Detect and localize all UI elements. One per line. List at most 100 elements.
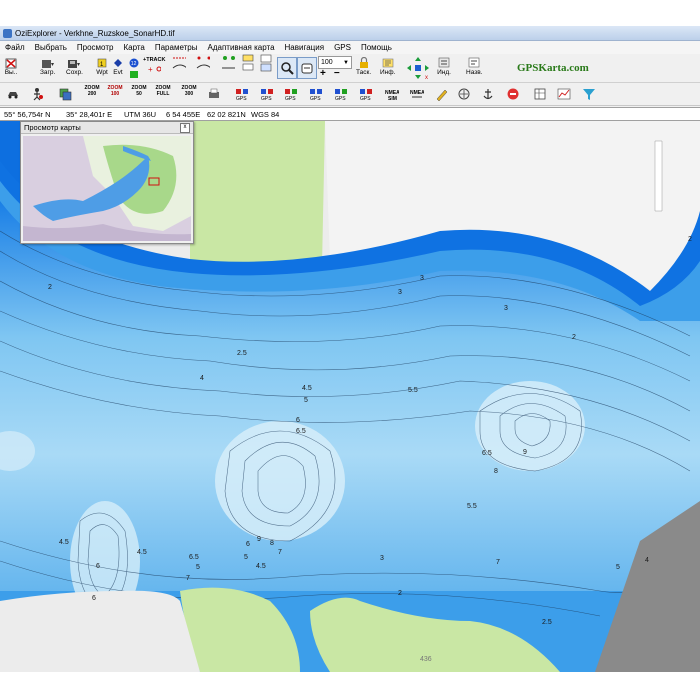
gps-upload-icon[interactable]: GPS — [308, 86, 324, 102]
indicator-button[interactable]: Инд. — [437, 57, 451, 76]
shallow-bank-east — [475, 381, 585, 471]
map-list-icon — [241, 54, 255, 71]
load-label: Загр. — [40, 69, 56, 76]
waypoint-button[interactable]: 1 Wpt — [95, 57, 109, 76]
menu-help[interactable]: Помощь — [356, 43, 397, 52]
chart-icon[interactable] — [556, 86, 572, 102]
depth-label: 3 — [504, 305, 508, 312]
menu-gps[interactable]: GPS — [329, 43, 356, 52]
depth-label: 4 — [200, 375, 204, 382]
green-square-icon — [127, 69, 141, 81]
depth-label: 9 — [523, 449, 527, 456]
map-list-button[interactable] — [241, 54, 255, 71]
depth-label: 4.5 — [137, 549, 147, 556]
zoom-100-button[interactable]: ZOOM 100 — [104, 85, 126, 97]
menu-select[interactable]: Выбрать — [30, 43, 72, 52]
draw-route-button[interactable] — [196, 56, 210, 70]
indicator-label: Инд. — [437, 69, 451, 76]
depth-label: 4 — [645, 557, 649, 564]
nmea-icon[interactable]: NMEA SIM — [384, 86, 400, 102]
names-button[interactable]: Назв. — [466, 57, 482, 76]
gps-waypoint-icon[interactable]: GPS — [234, 86, 250, 102]
hand-button[interactable] — [297, 57, 317, 79]
pencil-icon[interactable] — [434, 86, 450, 102]
secondary-toolbar: ZOOM 200 ZOOM 100 ZOOM 50 ZOOM FULL ZOOM 300 … — [0, 83, 700, 106]
nmea-sim-icon[interactable]: NMEA — [409, 86, 425, 102]
car-icon[interactable] — [5, 86, 21, 102]
depth-label: 6.5 — [189, 554, 199, 561]
menu-view[interactable]: Просмотр — [72, 43, 119, 52]
zoom-50-button[interactable]: ZOOM 50 — [128, 85, 150, 97]
navigation-pad[interactable]: x — [406, 56, 430, 80]
anchor-icon[interactable] — [480, 86, 496, 102]
event-icon — [111, 57, 125, 69]
zoom-stepper[interactable]: + − — [320, 68, 340, 79]
layers-icon[interactable] — [57, 86, 73, 102]
zoom-full-button[interactable]: ZOOM FULL — [152, 85, 174, 97]
table-icon[interactable] — [532, 86, 548, 102]
menu-file[interactable]: Файл — [0, 43, 30, 52]
route-edit-button[interactable] — [221, 56, 235, 70]
event-button[interactable]: Evt — [111, 57, 125, 76]
zoom-in-icon[interactable]: + — [320, 68, 326, 79]
info-button[interactable]: Инф. — [380, 57, 395, 76]
find-button[interactable] — [277, 57, 297, 79]
save-button[interactable]: Сохр. — [66, 57, 83, 76]
compass-icon[interactable] — [456, 86, 472, 102]
zoom-value: 100 — [321, 59, 333, 66]
svg-text:GPS: GPS — [335, 96, 346, 101]
depth-label: 5 — [244, 554, 248, 561]
overview-minimap[interactable] — [23, 136, 191, 241]
lock-icon — [357, 57, 371, 69]
depth-label: 7 — [496, 559, 500, 566]
gps-route-icon[interactable]: GPS — [259, 86, 275, 102]
depth-label: 6 — [96, 563, 100, 570]
svg-text:SIM: SIM — [388, 96, 397, 101]
menu-map[interactable]: Карта — [118, 43, 149, 52]
depth-label: 8 — [494, 468, 498, 475]
depth-label: 2.5 — [542, 619, 552, 626]
status-latitude: 55° 56,754г N — [4, 109, 51, 119]
menu-navigation[interactable]: Навигация — [280, 43, 330, 52]
track-button[interactable]: +TRACK + — [143, 57, 165, 75]
menu-adaptive-map[interactable]: Адаптивная карта — [203, 43, 280, 52]
close-icon[interactable]: x — [180, 122, 190, 133]
route-button[interactable]: 12 — [127, 57, 141, 81]
overview-header: Просмотр карты x — [21, 122, 193, 134]
status-northing: 62 02 821N — [207, 109, 246, 119]
zoom-200-button[interactable]: ZOOM 200 — [81, 85, 103, 97]
exit-label: Вы.. — [4, 69, 18, 76]
exit-button[interactable]: Вы.. — [4, 57, 18, 76]
chevron-down-icon: ▼ — [343, 59, 349, 66]
svg-text:GPS: GPS — [360, 96, 371, 101]
menu-settings[interactable]: Параметры — [150, 43, 203, 52]
status-utm-zone: UTM 36U — [124, 109, 157, 119]
filter-icon[interactable] — [581, 86, 597, 102]
window-title: OziExplorer - Verkhne_Ruzskoe_SonarHD.ti… — [15, 28, 175, 38]
walker-icon[interactable] — [29, 86, 45, 102]
depth-label: 2 — [572, 334, 576, 341]
stop-icon[interactable] — [505, 86, 521, 102]
zoom-out-icon[interactable]: − — [334, 68, 340, 79]
gps-send-icon[interactable]: GPS — [358, 86, 374, 102]
zoom-300-button[interactable]: ZOOM 300 — [178, 85, 200, 97]
gps-download-icon[interactable]: GPS — [333, 86, 349, 102]
draw-track-button[interactable] — [172, 57, 186, 70]
overview-title: Просмотр карты — [24, 123, 81, 132]
svg-text:GPS: GPS — [236, 96, 247, 101]
load-button[interactable]: Загр. — [40, 57, 55, 76]
depth-label: 2.5 — [237, 350, 247, 357]
depth-label: 6 — [92, 595, 96, 602]
grid-button[interactable] — [259, 54, 273, 72]
svg-text:GPS: GPS — [310, 96, 321, 101]
depth-label: 5.5 — [408, 387, 418, 394]
depth-label: 7 — [186, 575, 190, 582]
shallow-bank-center — [215, 421, 345, 541]
map-view[interactable]: 436 2 3 2 3 2.5 4 3 4.5 5 5.5 6 6.5 9 8 … — [0, 121, 700, 672]
app-icon — [3, 28, 12, 38]
task-button[interactable]: Таск. — [356, 57, 371, 76]
print-icon[interactable] — [206, 86, 222, 102]
gps-track-icon[interactable]: GPS — [283, 86, 299, 102]
draw-track-icon — [172, 57, 186, 70]
navigation-arrows-icon[interactable]: x — [406, 56, 430, 80]
